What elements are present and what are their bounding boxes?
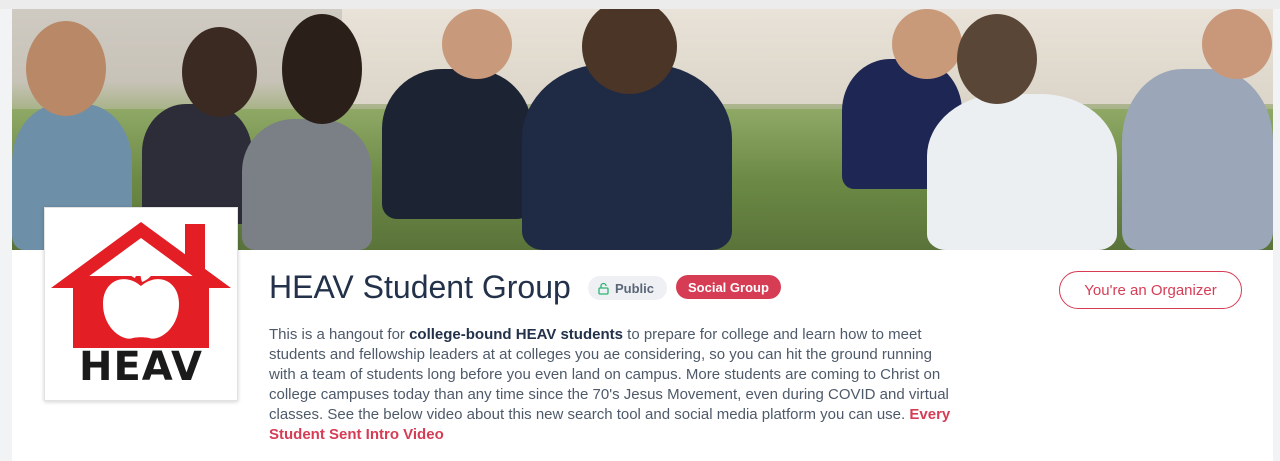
cover-person	[927, 94, 1117, 250]
cover-person-head	[1202, 9, 1272, 79]
group-title: HEAV Student Group	[269, 269, 571, 305]
cover-person-head	[892, 9, 962, 79]
visibility-badge: Public	[588, 276, 668, 300]
cover-person	[382, 69, 532, 219]
cover-person	[142, 104, 252, 224]
cover-person-head	[442, 9, 512, 79]
group-header-card: HEAV HEAV Student Group Public Social Gr…	[12, 9, 1273, 461]
description-text: This is a hangout for	[269, 326, 410, 343]
visibility-label: Public	[615, 280, 655, 296]
cover-person-head	[182, 27, 257, 117]
cover-person-head	[26, 21, 106, 116]
cover-person	[242, 119, 372, 250]
group-type-badge: Social Group	[676, 275, 781, 299]
lock-icon	[598, 282, 609, 295]
cover-person-head	[282, 14, 362, 124]
organizer-button[interactable]: You're an Organizer	[1059, 271, 1242, 309]
group-description: This is a hangout for college-bound HEAV…	[269, 325, 959, 445]
logo-text: HEAV	[79, 344, 203, 390]
description-highlight: college-bound HEAV students	[409, 326, 623, 343]
group-logo: HEAV	[44, 207, 238, 401]
top-strip	[0, 0, 1280, 9]
cover-person-head	[957, 14, 1037, 104]
cover-person	[1122, 69, 1273, 250]
